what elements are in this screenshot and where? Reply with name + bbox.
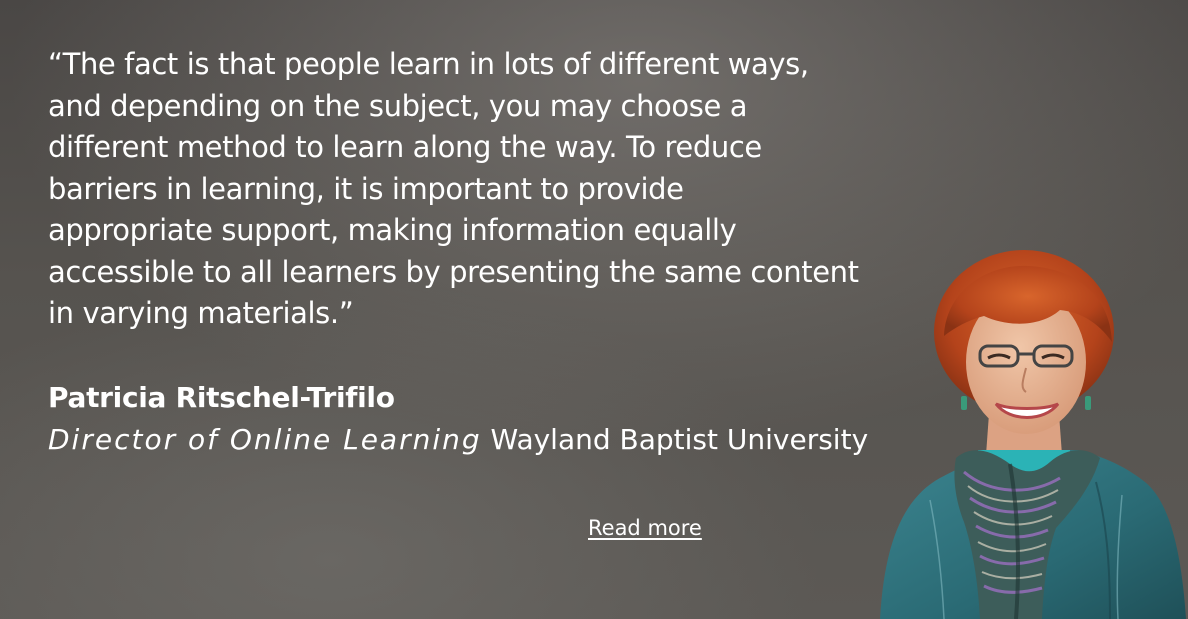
testimonial-quote-block: “The fact is that people learn in lots o… xyxy=(48,44,888,335)
author-name: Patricia Ritschel-Trifilo xyxy=(48,381,395,414)
author-title-line: Director of Online Learning Wayland Bapt… xyxy=(48,423,868,456)
testimonial-quote: “The fact is that people learn in lots o… xyxy=(48,47,859,330)
author-organization: Wayland Baptist University xyxy=(490,423,869,456)
read-more-link[interactable]: Read more xyxy=(588,516,702,540)
author-portrait xyxy=(880,250,1186,619)
author-role: Director of Online Learning xyxy=(48,423,482,456)
